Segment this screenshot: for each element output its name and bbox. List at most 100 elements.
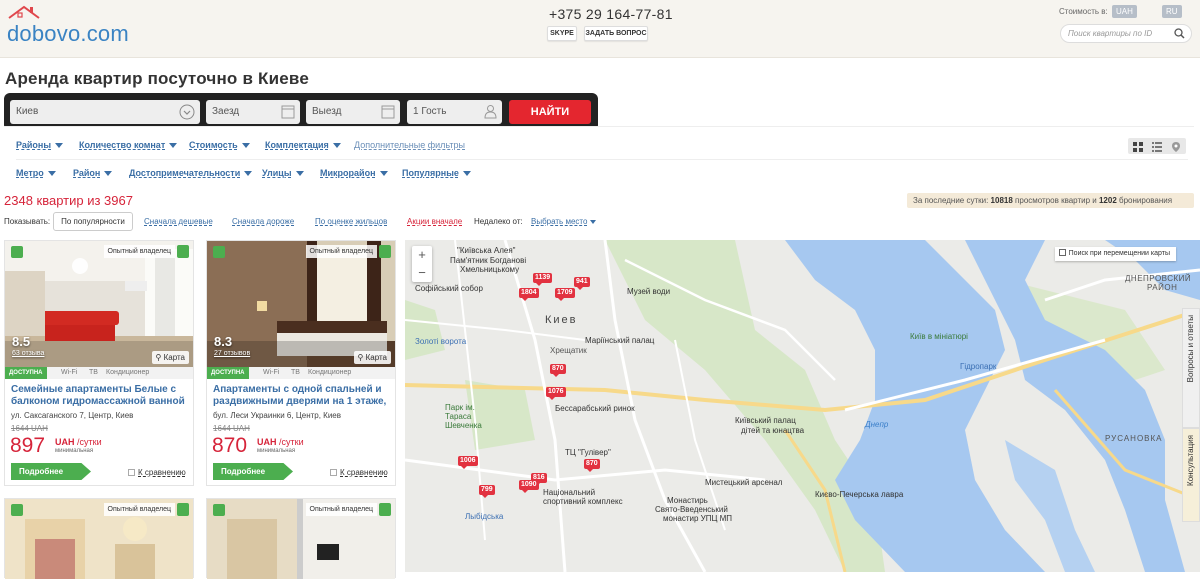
logo[interactable]: dobovo.com — [4, 4, 134, 46]
id-search-input[interactable]: Поиск квартиры по ID — [1060, 24, 1192, 43]
amenities-bar: ДОСТУПНА Wi-Fi ТВ Кондиционер — [5, 367, 193, 379]
listing-photo[interactable]: Опытный владелец — [5, 499, 193, 579]
house-roof-icon — [8, 5, 40, 19]
find-button[interactable]: НАЙТИ — [509, 100, 591, 124]
guests-field[interactable]: 1 Гость — [407, 100, 502, 124]
details-button[interactable]: Подробнее — [213, 463, 293, 480]
filter-microdistrict[interactable]: Микрорайон — [320, 168, 388, 178]
currency-select[interactable]: UAH — [1112, 5, 1137, 18]
currency-label: Стоимость в: — [1059, 7, 1108, 16]
price-pin[interactable]: 941 — [574, 277, 590, 290]
listing-card[interactable]: Опытный владелец — [206, 498, 396, 579]
price: 897 — [10, 434, 46, 457]
amenity-ac: Кондиционер — [308, 369, 352, 376]
listing-title[interactable]: Апартаменты с одной спальней и раздвижны… — [213, 384, 393, 408]
chevron-down-icon — [179, 104, 195, 120]
ask-question-button[interactable]: ЗАДАТЬ ВОПРОС — [584, 26, 648, 41]
filter-district[interactable]: Район — [73, 168, 113, 178]
map-label: Національний — [543, 488, 596, 497]
amenity-tv: ТВ — [291, 369, 300, 376]
filter-sights[interactable]: Достопримечательности — [129, 168, 253, 178]
checkin-field[interactable]: Заезд — [206, 100, 300, 124]
checkout-field[interactable]: Выезд — [306, 100, 400, 124]
filter-rooms[interactable]: Количество комнат — [79, 140, 178, 150]
map-label: Киев — [545, 314, 578, 326]
camera-icon[interactable] — [11, 246, 23, 258]
choose-place[interactable]: Выбрать место — [531, 217, 597, 226]
price-pin[interactable]: 799 — [479, 485, 495, 498]
map-label: РАЙОН — [1147, 283, 1178, 292]
price-pin[interactable]: 1076 — [546, 387, 566, 400]
price-currency: UAH /сутки — [257, 437, 304, 447]
show-on-map-button[interactable]: ⚲ Карта — [353, 351, 391, 364]
faq-tab[interactable]: Вопросы и ответы — [1182, 308, 1200, 428]
amenities-bar: ДОСТУПНА Wi-Fi ТВ Кондиционер — [207, 367, 395, 379]
thumbs-up-icon — [379, 245, 391, 258]
details-button[interactable]: Подробнее — [11, 463, 91, 480]
filter-districts[interactable]: Районы — [16, 140, 64, 150]
price-pin[interactable]: 870 — [584, 459, 600, 472]
listing-title[interactable]: Семейные апартаменты Белые с балконом ги… — [11, 384, 191, 408]
map-label: монастир УПЦ МП — [663, 514, 733, 523]
search-on-move-checkbox[interactable]: Поиск при перемещении карты — [1054, 247, 1176, 261]
map-pin-icon[interactable] — [1170, 140, 1182, 152]
filter-extra[interactable]: Дополнительные фильтры — [354, 140, 465, 150]
listing-card[interactable]: Опытный владелец 8.5 63 отзыва ⚲ Карта Д… — [4, 240, 194, 486]
map-label: Пам'ятник Богданові — [450, 256, 527, 265]
view-toggle — [1128, 138, 1186, 154]
filter-equipment[interactable]: Комплектация — [265, 140, 341, 150]
sort-popular[interactable]: По популярности — [53, 212, 133, 231]
owner-badge: Опытный владелец — [305, 503, 377, 516]
listing-card[interactable]: Опытный владелец — [4, 498, 194, 579]
sort-rating[interactable]: По оценке жильцов — [315, 217, 387, 226]
owner-badge: Опытный владелец — [305, 245, 377, 258]
zoom-in-button[interactable]: + — [412, 246, 432, 264]
sort-label: Показывать: — [4, 217, 51, 226]
listing-photo[interactable]: Опытный владелец — [207, 499, 395, 579]
sort-expensive[interactable]: Сначала дороже — [232, 217, 294, 226]
sort-promo[interactable]: Акции вначале — [407, 217, 462, 226]
list-view-icon[interactable] — [1151, 140, 1163, 152]
camera-icon[interactable] — [213, 246, 225, 258]
map-label: Монастирь — [667, 496, 708, 505]
map-label: "Київська Алея" — [457, 246, 516, 255]
language-select[interactable]: RU — [1162, 5, 1182, 18]
price-pin[interactable]: 1709 — [555, 288, 575, 301]
price-pin[interactable]: 1139 — [533, 273, 553, 286]
map-label: Києво-Печерська лавра — [815, 490, 904, 499]
skype-button[interactable]: SKYPE — [547, 26, 577, 41]
consult-tab[interactable]: Консультация — [1182, 428, 1200, 522]
filter-popular[interactable]: Популярные — [402, 168, 471, 178]
price-min-label: минимальная — [257, 448, 296, 454]
price-pin[interactable]: 870 — [550, 364, 566, 377]
person-icon — [484, 105, 497, 119]
filter-streets[interactable]: Улицы — [262, 168, 304, 178]
apartment-photo — [207, 241, 395, 367]
show-on-map-button[interactable]: ⚲ Карта — [151, 351, 189, 364]
filters-panel: Районы Количество комнат Стоимость Компл… — [4, 126, 1194, 188]
city-select[interactable]: Киев — [10, 100, 200, 124]
compare-checkbox[interactable]: К сравнению — [330, 468, 388, 477]
zoom-out-button[interactable]: − — [412, 264, 432, 282]
reviews-link[interactable]: 63 отзыва — [12, 350, 44, 357]
grid-view-icon[interactable] — [1132, 140, 1144, 152]
map[interactable]: + − Поиск при перемещении карты Вопросы … — [405, 240, 1200, 572]
map-label: Гідропарк — [960, 362, 997, 371]
reviews-link[interactable]: 27 отзывов — [214, 350, 250, 357]
listing-card[interactable]: Опытный владелец 8.3 27 отзывов ⚲ Карта … — [206, 240, 396, 486]
listing-photo[interactable]: Опытный владелец 8.3 27 отзывов ⚲ Карта — [207, 241, 395, 367]
listing-photo[interactable]: Опытный владелец 8.5 63 отзыва ⚲ Карта — [5, 241, 193, 367]
price-pin[interactable]: 1804 — [519, 288, 539, 301]
camera-icon[interactable] — [11, 504, 23, 516]
search-icon[interactable] — [1174, 28, 1185, 39]
compare-checkbox[interactable]: К сравнению — [128, 468, 186, 477]
price-pin[interactable]: 1006 — [458, 456, 478, 469]
apartment-photo — [5, 241, 193, 367]
filter-metro[interactable]: Метро — [16, 168, 56, 178]
camera-icon[interactable] — [213, 504, 225, 516]
rating: 8.3 — [214, 334, 233, 349]
filter-price[interactable]: Стоимость — [189, 140, 250, 150]
price-pin[interactable]: 1090 — [519, 480, 539, 493]
sort-cheap[interactable]: Сначала дешевые — [144, 217, 213, 226]
phone-number[interactable]: +375 29 164-77-81 — [549, 6, 673, 22]
